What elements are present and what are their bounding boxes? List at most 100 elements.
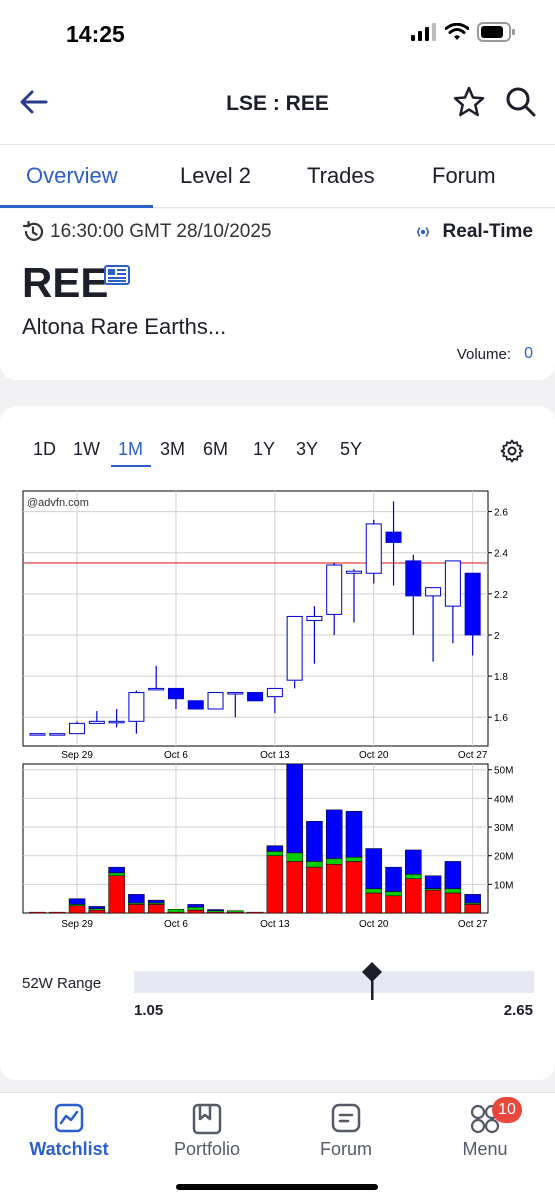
volume-bar-segment [464, 894, 481, 904]
price-x-tick-label: Oct 6 [164, 750, 188, 761]
volume-bar-segment [108, 872, 125, 876]
volume-bar-segment [365, 888, 383, 894]
volume-bar-segment [306, 861, 323, 868]
nav-forum[interactable]: Forum [277, 1093, 415, 1173]
volume-bar-segment [385, 895, 402, 914]
volume-bar-segment [246, 911, 264, 914]
tab-overview[interactable]: Overview [26, 163, 118, 189]
volume-bar-segment [444, 861, 462, 889]
tab-level-2[interactable]: Level 2 [180, 163, 251, 189]
price-y-tick-label: 2.2 [494, 590, 508, 601]
volume-bar-segment [424, 875, 442, 889]
tab-trades[interactable]: Trades [307, 163, 375, 189]
volume-bar-segment [286, 861, 303, 914]
volume-bar-segment [68, 905, 86, 914]
volume-bar-segment [68, 898, 86, 905]
volume-bar-segment [365, 892, 383, 914]
candle-body [425, 587, 442, 597]
search-icon[interactable] [504, 85, 538, 119]
volume-bar-segment [108, 866, 125, 874]
volume-bar-segment [108, 875, 125, 914]
chart-watermark: @advfn.com [27, 497, 89, 509]
52w-range-label: 52W Range [22, 975, 102, 992]
volume-bar-segment [365, 848, 383, 889]
volume-bar-segment [405, 874, 422, 879]
volume-y-tick-label: 10M [494, 880, 513, 891]
status-time: 14:25 [66, 21, 125, 47]
live-broadcast-icon [416, 227, 429, 237]
volume-bar-segment [325, 809, 343, 859]
status-bar: 14:25 [0, 0, 555, 68]
price-y-tick-label: 2.4 [494, 549, 508, 560]
tab-bar: Overview Level 2 Trades Forum [0, 144, 555, 208]
tab-forum[interactable]: Forum [432, 163, 496, 189]
price-x-tick-label: Oct 20 [359, 750, 389, 761]
volume-bar-segment [49, 911, 66, 914]
quote-card: 16:30:00 GMT 28/10/2025 Real-Time REE Al… [0, 209, 555, 380]
volume-bar-segment [464, 904, 481, 914]
news-icon[interactable] [104, 265, 130, 285]
price-x-tick-label: Oct 27 [458, 750, 488, 761]
quote-time-row: 16:30:00 GMT 28/10/2025 [22, 221, 271, 243]
volume-bar-segment [187, 907, 204, 911]
volume-bar-segment [286, 852, 303, 862]
volume-bar-segment [29, 911, 46, 914]
volume-bar-segment [325, 864, 343, 914]
volume-bar-segment [424, 889, 442, 914]
volume-x-tick-label: Oct 20 [359, 919, 389, 930]
star-icon[interactable] [452, 85, 486, 119]
volume-y-tick-label: 20M [494, 852, 513, 863]
volume-bar-segment [187, 909, 204, 914]
volume-bar-segment [128, 904, 145, 914]
candle-body [49, 733, 66, 736]
volume-x-tick-label: Oct 6 [164, 919, 188, 930]
volume-value: 0 [524, 345, 533, 362]
price-y-tick-label: 1.6 [494, 713, 508, 724]
52w-range-marker [362, 962, 382, 1000]
stock-symbol: REE [22, 259, 109, 306]
volume-y-tick-label: 50M [494, 766, 513, 777]
nav-menu[interactable]: 10 Menu [416, 1093, 554, 1173]
candle-body [207, 692, 224, 710]
company-name: Altona Rare Earths... [22, 314, 227, 339]
volume-label: Volume: [456, 346, 511, 363]
candle-body [128, 692, 145, 722]
candle-body [385, 531, 402, 543]
candle-body [187, 700, 204, 710]
volume-bar-segment [266, 845, 284, 852]
menu-notification-badge: 10 [492, 1097, 522, 1123]
candle-body [405, 560, 422, 597]
volume-y-tick-label: 40M [494, 794, 513, 805]
price-y-tick-label: 1.8 [494, 672, 508, 683]
volume-bar-segment [167, 909, 185, 913]
nav-portfolio[interactable]: Portfolio [138, 1093, 276, 1173]
nav-watchlist-label: Watchlist [29, 1139, 109, 1159]
volume-y-tick-label: 30M [494, 823, 513, 834]
volume-bar-segment [286, 763, 303, 854]
volume-bar-segment [128, 894, 145, 904]
candle-body [444, 560, 461, 607]
volume-bar-segment [405, 849, 422, 875]
volume-bar-segment [266, 855, 284, 914]
forum-message-icon [331, 1103, 361, 1133]
volume-bar-segment [147, 904, 165, 914]
candle-body [266, 687, 283, 698]
home-indicator [176, 1184, 378, 1190]
volume-bar-segment [207, 909, 224, 911]
candle-body [29, 733, 46, 736]
candle-body [326, 564, 343, 615]
price-plot-area [22, 490, 489, 747]
volume-bar-segment [88, 909, 106, 914]
nav-watchlist[interactable]: Watchlist [0, 1093, 138, 1173]
nav-menu-label: Menu [462, 1139, 508, 1159]
active-tab-indicator [0, 205, 153, 208]
app-header: LSE : REE [0, 68, 555, 144]
price-y-tick-label: 2.6 [494, 508, 508, 519]
volume-bar-segment [88, 906, 106, 909]
portfolio-bookmark-icon [192, 1103, 222, 1135]
candle-body [247, 692, 264, 702]
volume-bar-segment [306, 866, 323, 914]
52w-low: 1.05 [134, 1002, 164, 1019]
candle-body [88, 720, 105, 724]
volume-bar-segment [306, 821, 323, 862]
